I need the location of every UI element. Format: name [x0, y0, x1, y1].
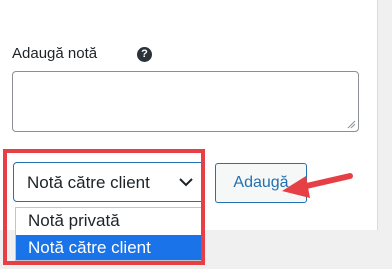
annotation-arrow-icon — [282, 173, 353, 198]
note-textarea[interactable] — [12, 71, 359, 132]
resize-handle-icon[interactable] — [346, 119, 356, 129]
add-note-label: Adaugă notă — [12, 45, 98, 62]
annotation-highlight-box — [3, 149, 205, 265]
question-mark-icon[interactable]: ? — [137, 47, 152, 62]
